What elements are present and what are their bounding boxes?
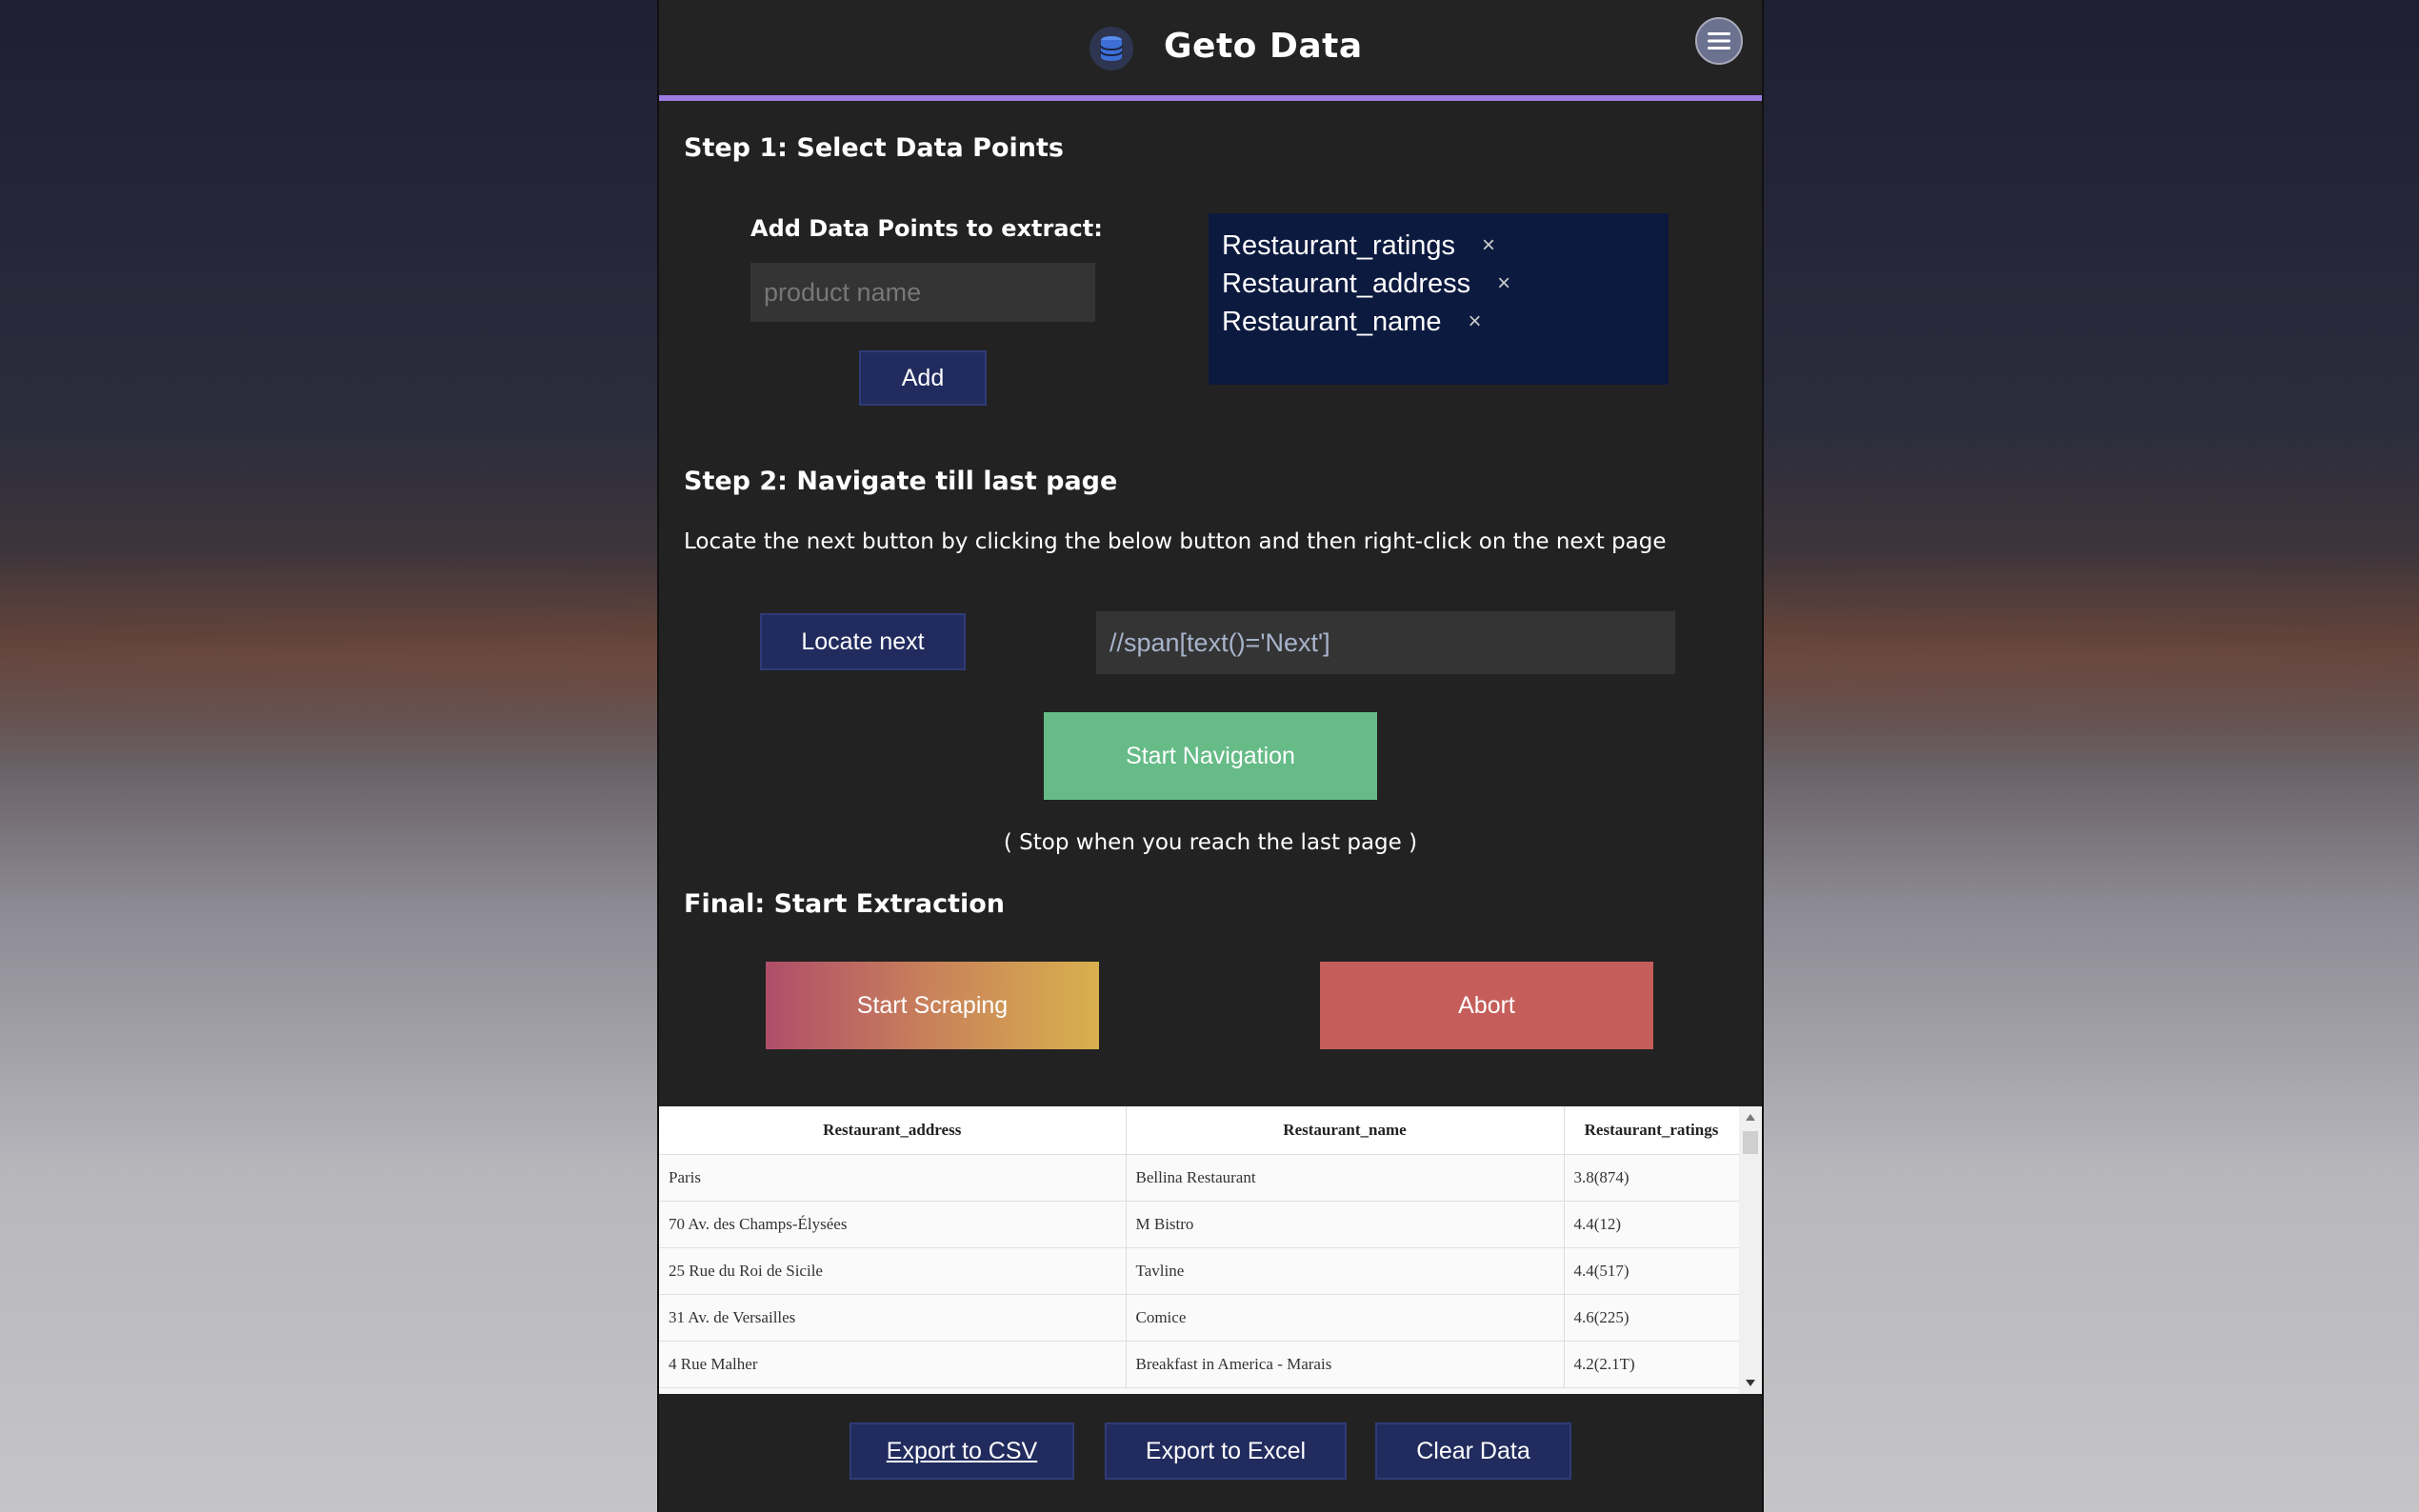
extension-panel: Geto Data Step 1: Select Data Points Add… xyxy=(657,0,1764,1512)
selected-datapoints-box: Restaurant_ratings × Restaurant_address … xyxy=(1209,213,1669,385)
app-title: Geto Data xyxy=(1164,27,1363,66)
table-cell: M Bistro xyxy=(1126,1201,1565,1248)
table-row: 70 Av. des Champs-Élysées M Bistro 4.4(1… xyxy=(659,1201,1740,1248)
step2-description: Locate the next button by clicking the b… xyxy=(684,529,1667,554)
stop-hint: ( Stop when you reach the last page ) xyxy=(1003,830,1418,855)
table-cell: 31 Av. de Versailles xyxy=(659,1294,1127,1342)
scroll-thumb[interactable] xyxy=(1743,1131,1758,1154)
column-header[interactable]: Restaurant_address xyxy=(659,1106,1127,1155)
tag-label: Restaurant_address xyxy=(1222,268,1471,299)
column-header[interactable]: Restaurant_ratings xyxy=(1564,1106,1740,1155)
table-cell: Bellina Restaurant xyxy=(1126,1154,1565,1202)
datapoint-input[interactable] xyxy=(750,263,1095,322)
tag-label: Restaurant_name xyxy=(1222,306,1442,337)
remove-tag-icon[interactable]: × xyxy=(1469,308,1482,335)
scroll-down-icon[interactable] xyxy=(1745,1379,1756,1388)
table-cell: 25 Rue du Roi de Sicile xyxy=(659,1247,1127,1295)
tag-label: Restaurant_ratings xyxy=(1222,229,1456,261)
start-navigation-button[interactable]: Start Navigation xyxy=(1044,712,1377,800)
table-cell: 4.2(2.1T) xyxy=(1564,1341,1740,1388)
table-cell: 4 Rue Malher xyxy=(659,1341,1127,1388)
datapoint-tag: Restaurant_address × xyxy=(1222,265,1655,303)
datapoint-tag: Restaurant_ratings × xyxy=(1222,227,1655,265)
results-table-container: Restaurant_address Restaurant_name Resta… xyxy=(659,1106,1762,1394)
database-icon xyxy=(1090,27,1133,70)
export-csv-button[interactable]: Export to CSV xyxy=(850,1422,1074,1480)
add-button[interactable]: Add xyxy=(859,350,987,406)
locate-next-button[interactable]: Locate next xyxy=(760,613,966,670)
remove-tag-icon[interactable]: × xyxy=(1497,270,1510,297)
table-cell: 4.4(517) xyxy=(1564,1247,1740,1295)
datapoint-tag: Restaurant_name × xyxy=(1222,303,1655,341)
app-header: Geto Data xyxy=(659,0,1762,101)
remove-tag-icon[interactable]: × xyxy=(1482,232,1495,259)
table-header-row: Restaurant_address Restaurant_name Resta… xyxy=(659,1106,1740,1155)
step1-title: Step 1: Select Data Points xyxy=(684,133,1064,163)
start-scraping-button[interactable]: Start Scraping xyxy=(766,962,1099,1049)
column-header[interactable]: Restaurant_name xyxy=(1126,1106,1565,1155)
table-cell: 70 Av. des Champs-Élysées xyxy=(659,1201,1127,1248)
table-cell: 4.4(12) xyxy=(1564,1201,1740,1248)
export-excel-button[interactable]: Export to Excel xyxy=(1105,1422,1347,1480)
final-title: Final: Start Extraction xyxy=(684,889,1006,919)
table-row: Paris Bellina Restaurant 3.8(874) xyxy=(659,1154,1740,1202)
table-row: 4 Rue Malher Breakfast in America - Mara… xyxy=(659,1341,1740,1388)
scroll-up-icon[interactable] xyxy=(1745,1112,1756,1122)
table-cell: 4.6(225) xyxy=(1564,1294,1740,1342)
step2-title: Step 2: Navigate till last page xyxy=(684,467,1118,496)
table-row: 25 Rue du Roi de Sicile Tavline 4.4(517) xyxy=(659,1247,1740,1295)
table-cell: Paris xyxy=(659,1154,1127,1202)
footer-actions: Export to CSV Export to Excel Clear Data xyxy=(659,1394,1762,1512)
abort-button[interactable]: Abort xyxy=(1320,962,1653,1049)
table-cell: Comice xyxy=(1126,1294,1565,1342)
table-scrollbar[interactable] xyxy=(1739,1106,1762,1394)
results-table: Restaurant_address Restaurant_name Resta… xyxy=(659,1106,1740,1388)
table-cell: 3.8(874) xyxy=(1564,1154,1740,1202)
table-cell: Breakfast in America - Marais xyxy=(1126,1341,1565,1388)
table-cell: Tavline xyxy=(1126,1247,1565,1295)
datapoints-label: Add Data Points to extract: xyxy=(750,215,1103,242)
hamburger-menu-icon[interactable] xyxy=(1695,17,1743,65)
xpath-field[interactable] xyxy=(1096,611,1675,674)
clear-data-button[interactable]: Clear Data xyxy=(1375,1422,1571,1480)
table-row: 31 Av. de Versailles Comice 4.6(225) xyxy=(659,1294,1740,1342)
